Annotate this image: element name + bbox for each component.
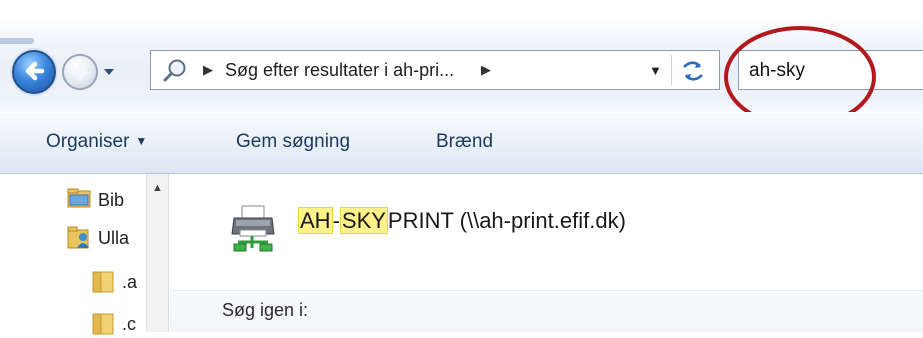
tree-item-label: Bib (98, 190, 125, 210)
back-arrow-icon (25, 61, 45, 81)
breadcrumb-expand-icon[interactable]: ▶ (481, 62, 491, 78)
save-search-button[interactable]: Gem søgning (236, 131, 350, 153)
recent-pages-dropdown-icon[interactable] (102, 64, 116, 80)
forward-arrow-icon (71, 64, 88, 80)
organise-menu-button[interactable]: Organiser ▼ (46, 131, 147, 153)
back-button[interactable] (12, 50, 56, 94)
search-results-pane: AH-SKYPRINT (\\ah-print.efif.dk) Søg ige… (170, 174, 923, 332)
tree-item-libraries[interactable]: Bib (66, 186, 146, 214)
navigation-pane: Bib Ulla .a .c ▲ (0, 174, 170, 335)
search-again-label: Søg igen i: (222, 300, 309, 320)
window-accent (0, 38, 34, 44)
network-printer-icon (231, 205, 275, 252)
command-bar: Organiser ▼ Gem søgning Brænd (0, 112, 923, 174)
result-title-separator: - (332, 208, 340, 233)
burn-button[interactable]: Brænd (436, 131, 493, 153)
folder-icon (92, 313, 114, 335)
folder-icon (92, 271, 114, 293)
match-highlight: AH (298, 207, 333, 234)
navigation-bar: ▶ Søg efter resultater i ah-pri... ▶ ▼ (0, 0, 923, 128)
search-again-section: Søg igen i: (170, 291, 923, 332)
chevron-down-icon: ▼ (135, 134, 148, 148)
tree-item-label: Ulla (98, 228, 130, 248)
search-box[interactable] (738, 50, 923, 90)
navigation-pane-scrollbar[interactable]: ▲ (146, 174, 169, 332)
scroll-up-icon[interactable]: ▲ (152, 182, 163, 194)
breadcrumb-search-results[interactable]: Søg efter resultater i ah-pri... (225, 60, 454, 81)
address-dropdown-icon[interactable]: ▼ (649, 63, 662, 78)
match-highlight: SKY (339, 207, 388, 234)
tree-item-user[interactable]: Ulla (66, 224, 146, 252)
refresh-icon[interactable] (679, 57, 707, 85)
address-divider (671, 55, 672, 85)
forward-button[interactable] (62, 54, 98, 90)
user-folder-icon (67, 226, 89, 249)
organise-label: Organiser (46, 131, 130, 152)
search-location-icon (163, 59, 186, 82)
tree-item-folder[interactable]: .a (92, 268, 146, 296)
pane-divider[interactable] (168, 174, 169, 332)
search-input[interactable] (747, 57, 911, 85)
tree-item-label: .a (122, 272, 138, 292)
result-title-rest: PRINT (\\ah-print.efif.dk) (387, 208, 626, 233)
result-title[interactable]: AH-SKYPRINT (\\ah-print.efif.dk) (298, 207, 626, 234)
address-bar[interactable]: ▶ Søg efter resultater i ah-pri... ▶ ▼ (150, 50, 720, 90)
breadcrumb-separator-icon[interactable]: ▶ (203, 62, 213, 78)
libraries-icon (67, 188, 91, 208)
tree-item-folder[interactable]: .c (92, 310, 146, 338)
